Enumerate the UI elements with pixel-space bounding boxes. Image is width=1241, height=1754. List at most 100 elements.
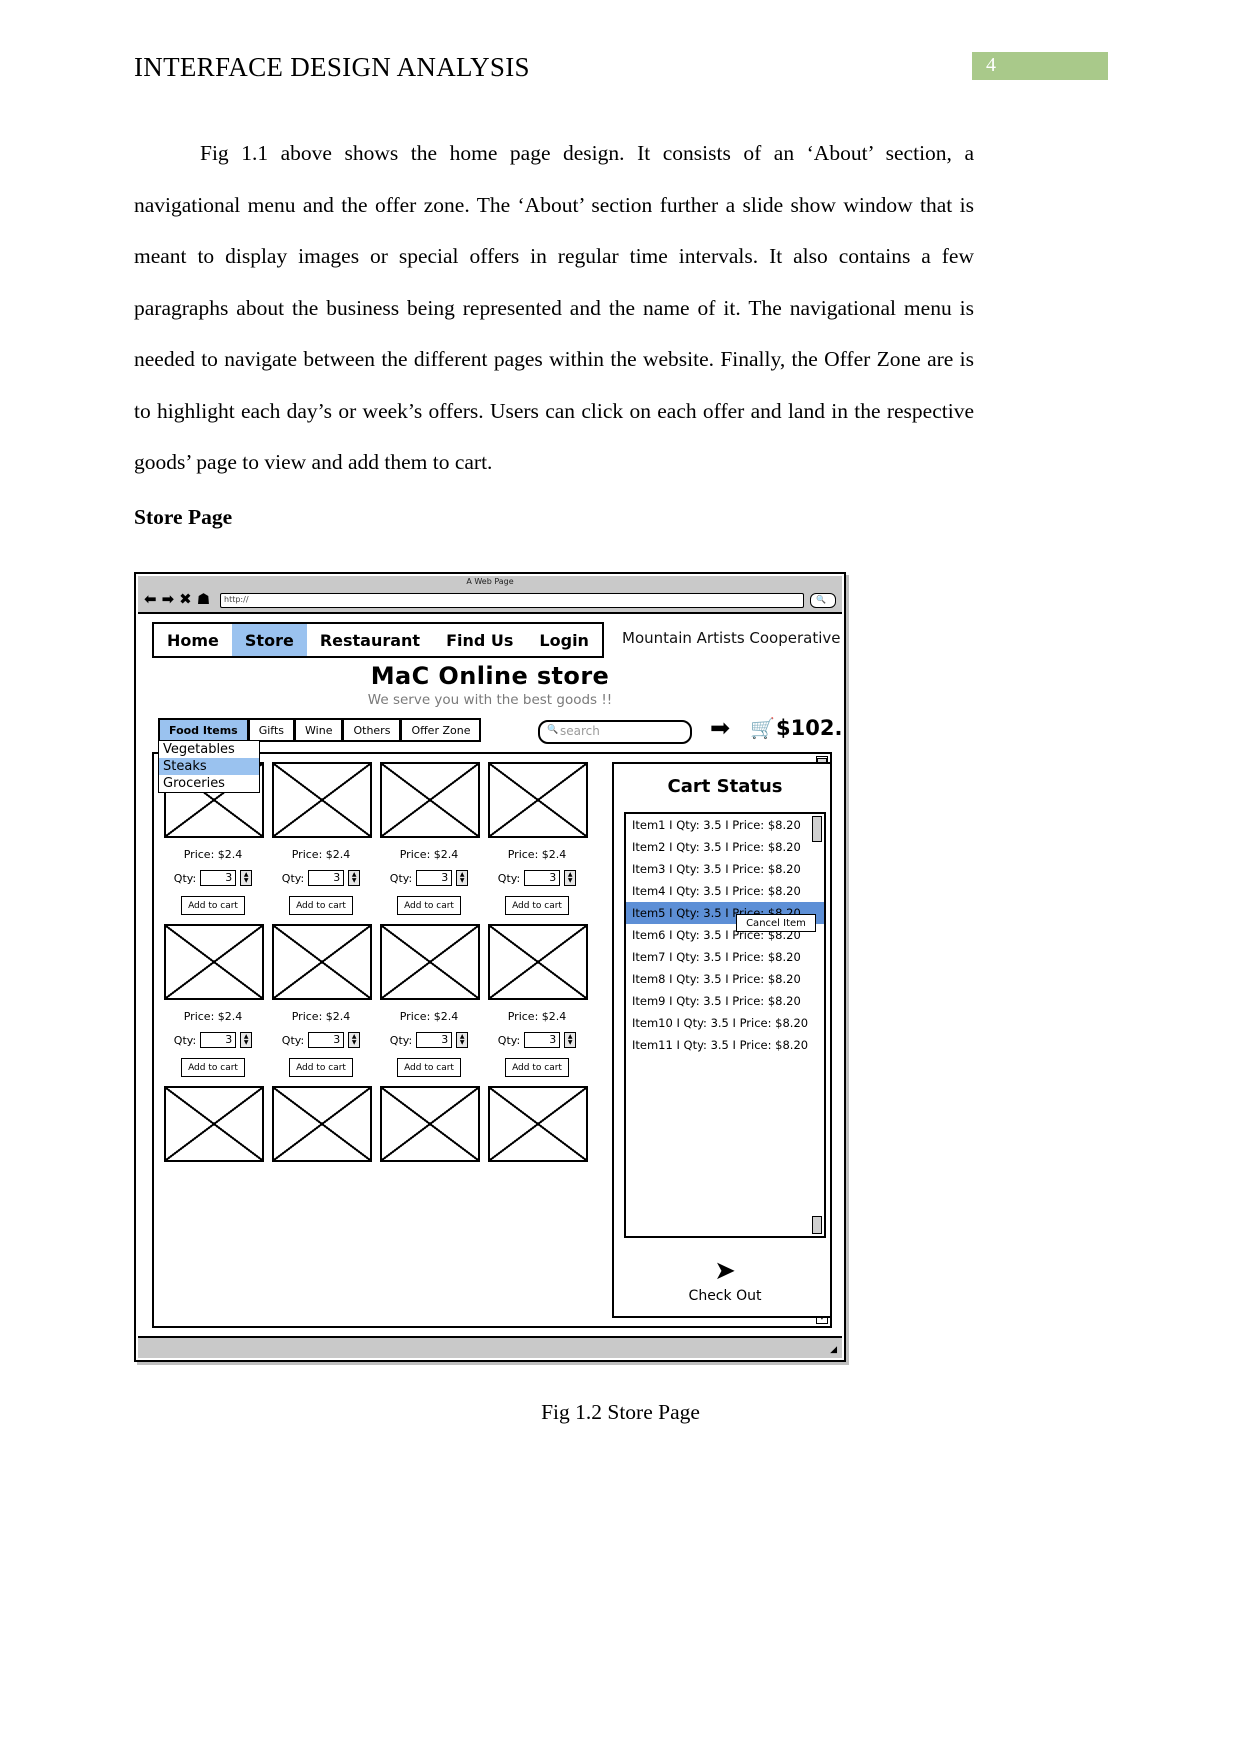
nav-item-login[interactable]: Login: [526, 624, 602, 656]
cart-items-list[interactable]: Item1 I Qty: 3.5 I Price: $8.20 Item2 I Q…: [624, 812, 826, 1238]
brand-name: Mountain Artists Cooperative: [622, 629, 841, 647]
cart-list-item[interactable]: Item8 I Qty: 3.5 I Price: $8.20: [626, 968, 824, 990]
add-to-cart-button[interactable]: Add to cart: [397, 896, 461, 915]
quantity-spinner-icon[interactable]: ▲ ▼: [564, 870, 577, 886]
add-to-cart-button[interactable]: Add to cart: [289, 896, 353, 915]
quantity-input[interactable]: 3: [308, 1032, 345, 1048]
quantity-spinner-icon[interactable]: ▲ ▼: [348, 870, 361, 886]
category-tabs: Food Items Gifts Wine Others Offer Zone: [158, 718, 482, 742]
document-page: INTERFACE DESIGN ANALYSIS 4 Fig 1.1 abov…: [0, 0, 1241, 1754]
forward-icon[interactable]: ➡: [162, 592, 175, 607]
tab-gifts[interactable]: Gifts: [247, 718, 295, 742]
nav-item-store[interactable]: Store: [231, 624, 307, 656]
quantity-input[interactable]: 3: [524, 870, 561, 886]
quantity-input[interactable]: 3: [416, 870, 453, 886]
quantity-input[interactable]: 3: [524, 1032, 561, 1048]
home-icon[interactable]: ☗: [197, 592, 210, 607]
tab-offer-zone[interactable]: Offer Zone: [400, 718, 482, 742]
quantity-stepper[interactable]: Qty: 3 ▲ ▼: [380, 1032, 478, 1048]
quantity-spinner-icon[interactable]: ▲ ▼: [348, 1032, 361, 1048]
back-icon[interactable]: ⬅: [144, 592, 157, 607]
dropdown-item-groceries[interactable]: Groceries: [159, 775, 259, 792]
store-tagline: We serve you with the best goods !!: [367, 692, 613, 708]
dropdown-item-steaks[interactable]: Steaks: [159, 758, 259, 775]
url-value: http://: [224, 595, 249, 604]
product-image-placeholder: [164, 924, 264, 1000]
quantity-stepper[interactable]: Qty: 3 ▲ ▼: [164, 870, 262, 886]
quantity-stepper[interactable]: Qty: 3 ▲ ▼: [380, 870, 478, 886]
add-to-cart-button[interactable]: Add to cart: [505, 896, 569, 915]
tab-others[interactable]: Others: [342, 718, 401, 742]
cancel-item-button[interactable]: Cancel Item: [736, 914, 816, 932]
product-image-placeholder: [380, 924, 480, 1000]
quantity-stepper[interactable]: Qty: 3 ▲ ▼: [164, 1032, 262, 1048]
cart-scrollbar-thumb-top[interactable]: [812, 816, 822, 842]
product-image-placeholder: [380, 762, 480, 838]
cart-list-item[interactable]: Item11 I Qty: 3.5 I Price: $8.20: [626, 1034, 824, 1056]
login-arrow-icon[interactable]: ➡: [710, 716, 730, 740]
dropdown-item-vegetables[interactable]: Vegetables: [159, 741, 259, 758]
quantity-stepper[interactable]: Qty: 3 ▲ ▼: [272, 870, 370, 886]
tab-food-items[interactable]: Food Items: [158, 718, 248, 742]
product-image-placeholder: [488, 762, 588, 838]
cart-scrollbar[interactable]: [812, 816, 822, 1234]
quantity-spinner-icon[interactable]: ▲ ▼: [240, 870, 253, 886]
add-to-cart-button[interactable]: Add to cart: [181, 896, 245, 915]
product-image-placeholder: [272, 1086, 372, 1162]
quantity-spinner-icon[interactable]: ▲ ▼: [240, 1032, 253, 1048]
quantity-label: Qty:: [173, 1033, 197, 1047]
add-to-cart-button[interactable]: Add to cart: [397, 1058, 461, 1077]
cart-scrollbar-thumb-bottom[interactable]: [812, 1216, 822, 1234]
product-card: Price: $2.4 Qty: 3 ▲ ▼ Add to cart: [488, 762, 588, 915]
quantity-spinner-icon[interactable]: ▲ ▼: [456, 1032, 469, 1048]
product-price: Price: $2.4: [399, 848, 459, 861]
cart-list-item[interactable]: Item9 I Qty: 3.5 I Price: $8.20: [626, 990, 824, 1012]
add-to-cart-button[interactable]: Add to cart: [289, 1058, 353, 1077]
add-to-cart-button[interactable]: Add to cart: [181, 1058, 245, 1077]
url-search-button[interactable]: 🔍: [810, 593, 836, 608]
cart-status-heading: Cart Status: [667, 776, 783, 797]
product-image-placeholder: [272, 762, 372, 838]
url-input[interactable]: http://: [220, 593, 804, 608]
cart-list-item[interactable]: Item7 I Qty: 3.5 I Price: $8.20: [626, 946, 824, 968]
quantity-input[interactable]: 3: [200, 870, 237, 886]
browser-window: A Web Page ⬅ ➡ ✖ ☗ http:// 🔍 Home Store …: [134, 572, 846, 1362]
product-card: [272, 1086, 372, 1162]
quantity-input[interactable]: 3: [308, 870, 345, 886]
checkout-button[interactable]: ➤ Check Out: [614, 1258, 830, 1304]
quantity-spinner-icon[interactable]: ▲ ▼: [564, 1032, 577, 1048]
product-price: Price: $2.4: [507, 848, 567, 861]
cart-list-item[interactable]: Item10 I Qty: 3.5 I Price: $8.20: [626, 1012, 824, 1034]
stop-icon[interactable]: ✖: [179, 592, 192, 607]
product-price: Price: $2.4: [507, 1010, 567, 1023]
quantity-stepper[interactable]: Qty: 3 ▲ ▼: [488, 870, 586, 886]
quantity-spinner-icon[interactable]: ▲ ▼: [456, 870, 469, 886]
nav-item-home[interactable]: Home: [154, 624, 232, 656]
product-image-placeholder: [488, 1086, 588, 1162]
search-input[interactable]: 🔍 search: [538, 720, 692, 744]
cart-list-item[interactable]: Item2 I Qty: 3.5 I Price: $8.20: [626, 836, 824, 858]
product-price: Price: $2.4: [291, 1010, 351, 1023]
product-card: [380, 1086, 480, 1162]
product-card: [164, 1086, 264, 1162]
quantity-input[interactable]: 3: [200, 1032, 237, 1048]
cart-list-item[interactable]: Item1 I Qty: 3.5 I Price: $8.20: [626, 814, 824, 836]
tab-wine[interactable]: Wine: [294, 718, 343, 742]
quantity-input[interactable]: 3: [416, 1032, 453, 1048]
quantity-label: Qty:: [173, 871, 197, 885]
store-content-area: ▲ ▼ Price: $2.4Qty:3▲▼Add to cartPrice: …: [152, 752, 832, 1328]
product-card: Price: $2.4 Qty: 3 ▲ ▼ Add to cart: [272, 762, 372, 915]
shopping-cart-icon[interactable]: 🛒: [750, 718, 775, 738]
cart-list-item[interactable]: Item3 I Qty: 3.5 I Price: $8.20: [626, 858, 824, 880]
resize-handle-icon[interactable]: ◢: [830, 1345, 837, 1355]
add-to-cart-button[interactable]: Add to cart: [505, 1058, 569, 1077]
nav-item-find-us[interactable]: Find Us: [433, 624, 526, 656]
nav-item-restaurant[interactable]: Restaurant: [307, 624, 433, 656]
site-content: Home Store Restaurant Find Us Login Moun…: [138, 614, 842, 1334]
quantity-stepper[interactable]: Qty: 3 ▲ ▼: [488, 1032, 586, 1048]
quantity-value: 3: [333, 1033, 341, 1046]
cart-list-item[interactable]: Item4 I Qty: 3.5 I Price: $8.20: [626, 880, 824, 902]
quantity-value: 3: [441, 1033, 449, 1046]
product-card: [488, 1086, 588, 1162]
quantity-stepper[interactable]: Qty: 3 ▲ ▼: [272, 1032, 370, 1048]
